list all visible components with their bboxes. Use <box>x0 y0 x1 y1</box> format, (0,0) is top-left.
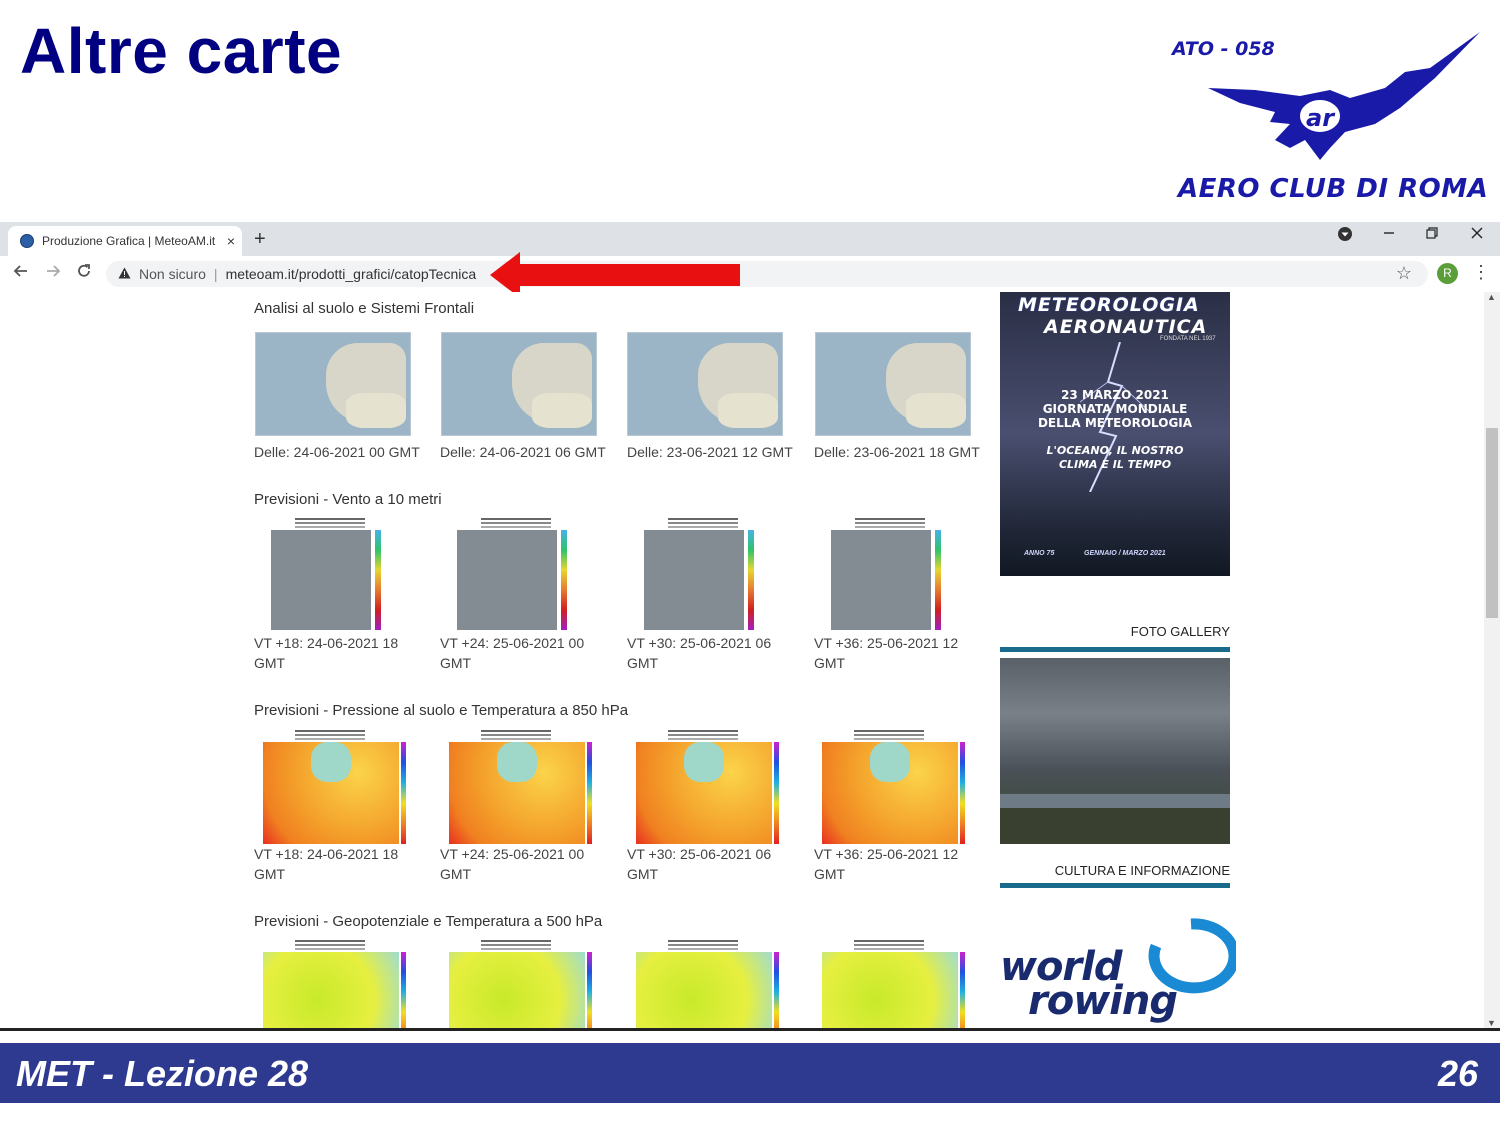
page-number: 26 <box>1437 1053 1478 1094</box>
slide-title: Altre carte <box>20 15 343 87</box>
warning-icon <box>118 267 131 282</box>
thumbnail-caption[interactable]: VT +36: 25-06-2021 12 GMT <box>814 844 984 884</box>
thumbnail-caption[interactable]: Delle: 24-06-2021 06 GMT <box>440 442 610 462</box>
chart-thumbnail[interactable] <box>628 516 784 632</box>
ad-issue: GENNAIO / MARZO 2021 <box>1084 550 1166 557</box>
minimize-icon[interactable] <box>1382 226 1396 245</box>
back-arrow-icon[interactable] <box>12 262 30 285</box>
chart-thumbnail[interactable] <box>628 938 784 1028</box>
culture-heading[interactable]: CULTURA E INFORMAZIONE <box>1055 863 1230 878</box>
thumbnail-caption[interactable]: Delle: 24-06-2021 00 GMT <box>254 442 424 462</box>
ad-theme: L'OCEANO, IL NOSTRO CLIMA E IL TEMPO <box>1010 444 1220 472</box>
photo-gallery-image[interactable] <box>1000 658 1230 844</box>
chart-thumbnail[interactable] <box>255 516 411 632</box>
chart-thumbnail[interactable] <box>441 938 597 1028</box>
browser-toolbar: Non sicuro | meteoam.it/prodotti_grafici… <box>0 256 1500 293</box>
ad-date-line: GIORNATA MONDIALE <box>1042 402 1188 416</box>
tab-produzione-grafica[interactable]: Produzione Grafica | MeteoAM.it × <box>8 226 242 256</box>
chart-thumbnail[interactable] <box>814 728 970 844</box>
section-heading-analisi: Analisi al suolo e Sistemi Frontali <box>254 300 475 317</box>
new-tab-button[interactable]: + <box>254 228 266 251</box>
logo-name: AERO CLUB DI ROMA <box>1178 174 1489 204</box>
footer-lesson: MET - Lezione 28 <box>16 1053 309 1094</box>
thumbnail-caption[interactable]: VT +24: 25-06-2021 00 GMT <box>440 633 610 673</box>
svg-text:ar: ar <box>1306 104 1336 132</box>
logo-code: ATO - 058 <box>1172 38 1275 60</box>
tab-close-icon[interactable]: × <box>220 233 242 249</box>
chart-thumbnail[interactable] <box>815 332 971 436</box>
ad-date-line: DELLA METEOROLOGIA <box>1037 416 1193 430</box>
thumbnail-caption[interactable]: VT +36: 25-06-2021 12 GMT <box>814 633 984 673</box>
media-control-icon[interactable] <box>1337 226 1353 247</box>
world-rowing-word-2: rowing <box>1028 978 1178 1024</box>
close-window-icon[interactable] <box>1470 226 1484 245</box>
chart-thumbnail[interactable] <box>441 332 597 436</box>
scroll-up-icon[interactable]: ▲ <box>1487 292 1496 302</box>
world-rowing-logo[interactable]: world rowing <box>1000 912 1236 1024</box>
chart-thumbnail[interactable] <box>815 516 971 632</box>
chart-thumbnail[interactable] <box>255 332 411 436</box>
chart-thumbnail[interactable] <box>441 516 597 632</box>
divider <box>1000 883 1230 888</box>
thumbnail-caption[interactable]: VT +30: 25-06-2021 06 GMT <box>627 844 797 884</box>
slide-footer: MET - Lezione 28 26 <box>0 1043 1500 1103</box>
tab-title: Produzione Grafica | MeteoAM.it <box>42 234 216 248</box>
photo-gallery-heading[interactable]: FOTO GALLERY <box>1131 624 1230 639</box>
thumbnail-caption[interactable]: VT +24: 25-06-2021 00 GMT <box>440 844 610 884</box>
reload-icon[interactable] <box>75 262 93 285</box>
browser-window: Produzione Grafica | MeteoAM.it × + Non … <box>0 222 1500 1031</box>
chart-thumbnail[interactable] <box>255 728 411 844</box>
security-label: Non sicuro <box>139 266 206 282</box>
scroll-down-icon[interactable]: ▼ <box>1487 1018 1496 1028</box>
chart-thumbnail[interactable] <box>814 938 970 1028</box>
thumbnail-caption[interactable]: Delle: 23-06-2021 12 GMT <box>627 442 797 462</box>
section-heading-pressione: Previsioni - Pressione al suolo e Temper… <box>254 702 629 719</box>
thumbnail-caption[interactable]: VT +30: 25-06-2021 06 GMT <box>627 633 797 673</box>
thumbnail-caption[interactable]: Delle: 23-06-2021 18 GMT <box>814 442 984 462</box>
ad-theme-line: L'OCEANO, IL NOSTRO <box>1046 444 1184 457</box>
ad-date-line: 23 MARZO 2021 <box>1061 388 1169 402</box>
url-separator: | <box>213 266 218 282</box>
menu-kebab-icon[interactable]: ⋮ <box>1472 262 1490 283</box>
scroll-thumb[interactable] <box>1486 428 1498 618</box>
chart-thumbnail[interactable] <box>627 332 783 436</box>
forward-arrow-icon[interactable] <box>44 262 62 285</box>
chart-thumbnail[interactable] <box>628 728 784 844</box>
thumbnail-caption[interactable]: VT +18: 24-06-2021 18 GMT <box>254 633 424 673</box>
ad-title-2: AERONAUTICA <box>1044 316 1208 338</box>
ad-date: 23 MARZO 2021 GIORNATA MONDIALE DELLA ME… <box>1010 388 1220 430</box>
ad-founded: FONDATA NEL 1937 <box>1160 336 1216 342</box>
ad-title-1: METEOROLOGIA <box>1018 294 1200 316</box>
restore-icon[interactable] <box>1425 226 1439 245</box>
tab-bar: Produzione Grafica | MeteoAM.it × + <box>0 222 1500 256</box>
vertical-scrollbar[interactable]: ▲ ▼ <box>1484 292 1500 1028</box>
section-heading-vento: Previsioni - Vento a 10 metri <box>254 491 442 508</box>
thumbnail-caption[interactable]: VT +18: 24-06-2021 18 GMT <box>254 844 424 884</box>
bookmark-star-icon[interactable]: ☆ <box>1396 263 1412 284</box>
magazine-cover-ad[interactable]: METEOROLOGIA AERONAUTICA FONDATA NEL 193… <box>1000 292 1230 576</box>
address-bar[interactable]: Non sicuro | meteoam.it/prodotti_grafici… <box>106 261 1428 287</box>
page-content: Analisi al suolo e Sistemi Frontali Dell… <box>0 292 1484 1028</box>
chart-thumbnail[interactable] <box>255 938 411 1028</box>
aero-club-logo: ar ATO - 058 AERO CLUB DI ROMA <box>1160 20 1489 215</box>
divider <box>1000 647 1230 652</box>
chart-thumbnail[interactable] <box>441 728 597 844</box>
section-heading-geopotenziale: Previsioni - Geopotenziale e Temperatura… <box>254 913 603 930</box>
globe-favicon-icon <box>20 234 34 248</box>
url-text: meteoam.it/prodotti_grafici/catopTecnica <box>225 266 477 282</box>
profile-avatar[interactable]: R <box>1437 263 1458 284</box>
ad-theme-line: CLIMA E IL TEMPO <box>1058 458 1172 471</box>
ad-year: ANNO 75 <box>1024 550 1055 557</box>
